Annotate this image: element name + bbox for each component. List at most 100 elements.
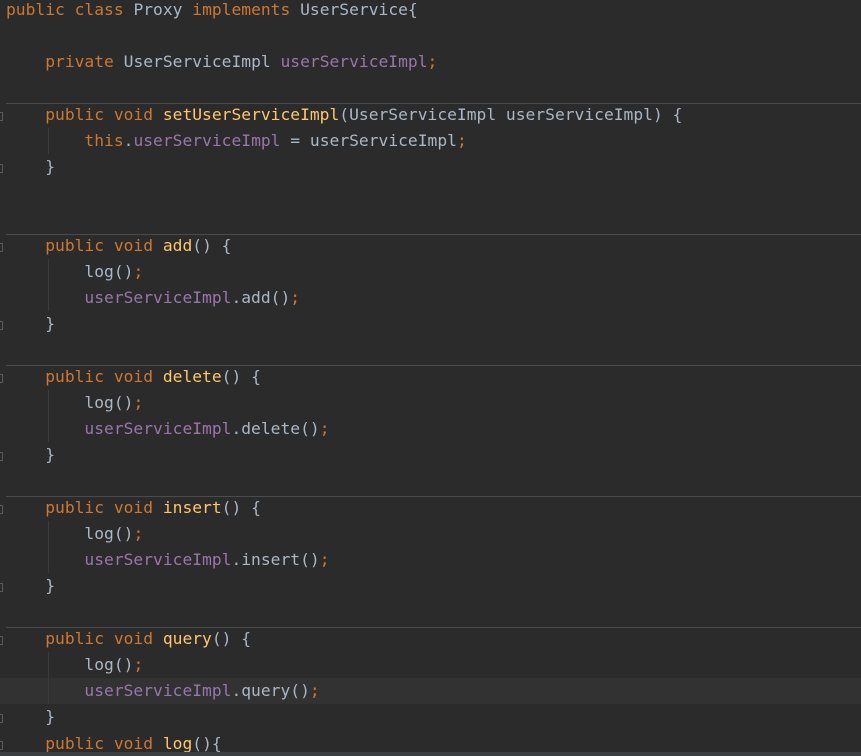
code-line[interactable]: } <box>0 573 861 599</box>
code-line-text: } <box>6 442 55 468</box>
code-token: implements <box>192 0 301 19</box>
code-line-text: userServiceImpl.delete(); <box>6 416 330 442</box>
code-line[interactable] <box>0 23 861 49</box>
code-token: userServiceImpl <box>6 419 232 439</box>
code-token: .insert() <box>231 550 320 570</box>
code-token: userServiceImpl <box>280 52 428 72</box>
code-line-text: log(); <box>6 390 143 416</box>
code-token: ; <box>319 550 330 570</box>
code-token: () { <box>221 497 261 517</box>
code-line[interactable]: } <box>0 311 861 337</box>
code-line-text: userServiceImpl.query(); <box>6 678 320 704</box>
fold-marker-icon[interactable] <box>0 373 3 383</box>
fold-marker-icon[interactable] <box>0 164 3 174</box>
fold-marker-icon[interactable] <box>0 321 3 331</box>
code-line-text: } <box>6 573 55 599</box>
fold-marker-icon[interactable] <box>0 635 3 645</box>
code-editor[interactable]: public class Proxy implements UserServic… <box>0 0 861 756</box>
indent-guide <box>48 259 49 312</box>
code-line[interactable]: log(); <box>0 652 861 678</box>
code-token: ; <box>309 681 320 701</box>
code-token: public class <box>6 0 134 19</box>
method-separator <box>6 626 861 628</box>
method-separator <box>6 495 861 497</box>
code-token: userServiceImpl <box>133 131 281 150</box>
code-token: public void <box>6 733 163 753</box>
code-line[interactable]: log(); <box>0 259 861 285</box>
code-line-text: public void query() { <box>6 626 251 652</box>
code-line-text: } <box>6 704 55 730</box>
code-line[interactable]: public void add() { <box>0 233 861 259</box>
code-token: .add() <box>231 288 291 308</box>
code-token: ; <box>319 419 330 439</box>
fold-marker-icon[interactable] <box>0 714 3 724</box>
code-token: ; <box>456 131 467 150</box>
code-token: () { <box>221 366 261 386</box>
code-token: query <box>162 628 212 648</box>
code-line[interactable]: public void insert() { <box>0 495 861 521</box>
code-line[interactable]: public void query() { <box>0 626 861 652</box>
code-line[interactable]: public class Proxy implements UserServic… <box>0 0 861 23</box>
code-line-text: public void setUserServiceImpl(UserServi… <box>6 102 682 128</box>
code-line[interactable]: } <box>0 442 861 468</box>
code-token: (UserServiceImpl userServiceImpl) { <box>339 104 683 124</box>
fold-marker-icon[interactable] <box>0 740 3 750</box>
code-line[interactable]: userServiceImpl.add(); <box>0 285 861 311</box>
fold-marker-icon[interactable] <box>0 452 3 462</box>
code-token: () { <box>192 235 232 255</box>
code-line[interactable]: } <box>0 154 861 180</box>
code-token: userServiceImpl <box>6 681 232 701</box>
code-token: ; <box>133 393 144 412</box>
fold-marker-icon[interactable] <box>0 111 3 121</box>
code-line[interactable] <box>0 180 861 206</box>
code-line-text: public class Proxy implements UserServic… <box>6 0 418 23</box>
code-line[interactable] <box>0 76 861 102</box>
code-line-text: } <box>6 311 55 337</box>
fold-marker-icon[interactable] <box>0 504 3 514</box>
code-token: .delete() <box>231 419 320 439</box>
fold-marker-icon[interactable] <box>0 583 3 593</box>
code-line[interactable] <box>0 469 861 495</box>
code-line[interactable]: this.userServiceImpl = userServiceImpl; <box>0 128 861 154</box>
code-line[interactable]: log(); <box>0 521 861 547</box>
code-line[interactable]: private UserServiceImpl userServiceImpl; <box>0 49 861 75</box>
code-token: log() <box>6 655 134 674</box>
code-line[interactable]: userServiceImpl.delete(); <box>0 416 861 442</box>
code-line-text: } <box>6 154 55 180</box>
code-token: log() <box>6 524 134 543</box>
code-line[interactable]: log(); <box>0 390 861 416</box>
code-line-text: log(); <box>6 259 143 285</box>
code-token: this <box>6 131 124 150</box>
code-token: public void <box>6 104 163 124</box>
code-token: public void <box>6 366 163 386</box>
code-line[interactable]: } <box>0 704 861 730</box>
code-token: } <box>6 576 56 596</box>
code-line[interactable] <box>0 207 861 233</box>
code-token: userServiceImpl <box>6 288 232 308</box>
code-line-text: private UserServiceImpl userServiceImpl; <box>6 49 437 75</box>
code-token: log <box>162 733 193 753</box>
code-token: UserService{ <box>300 0 418 19</box>
code-token: private <box>6 52 124 72</box>
code-token: Proxy <box>133 0 193 19</box>
code-line-text: public void delete() { <box>6 364 261 390</box>
code-token: public void <box>6 628 163 648</box>
code-token: = userServiceImpl <box>280 131 457 150</box>
code-line-text: public void insert() { <box>6 495 261 521</box>
code-line-text: public void add() { <box>6 233 231 259</box>
fold-marker-icon[interactable] <box>0 242 3 252</box>
code-token: ; <box>133 262 144 281</box>
code-token: setUserServiceImpl <box>162 104 340 124</box>
code-line[interactable] <box>0 338 861 364</box>
code-line-text: log(); <box>6 652 143 678</box>
code-line[interactable]: userServiceImpl.query(); <box>0 678 861 705</box>
code-token: log() <box>6 262 134 281</box>
code-line[interactable]: public void delete() { <box>0 364 861 390</box>
code-token: insert <box>162 497 222 517</box>
code-line[interactable]: userServiceImpl.insert(); <box>0 547 861 573</box>
code-line[interactable]: public void setUserServiceImpl(UserServi… <box>0 102 861 128</box>
horizontal-scrollbar[interactable] <box>0 752 861 756</box>
code-line[interactable] <box>0 600 861 626</box>
method-separator <box>6 102 861 104</box>
code-token: delete <box>162 366 222 386</box>
